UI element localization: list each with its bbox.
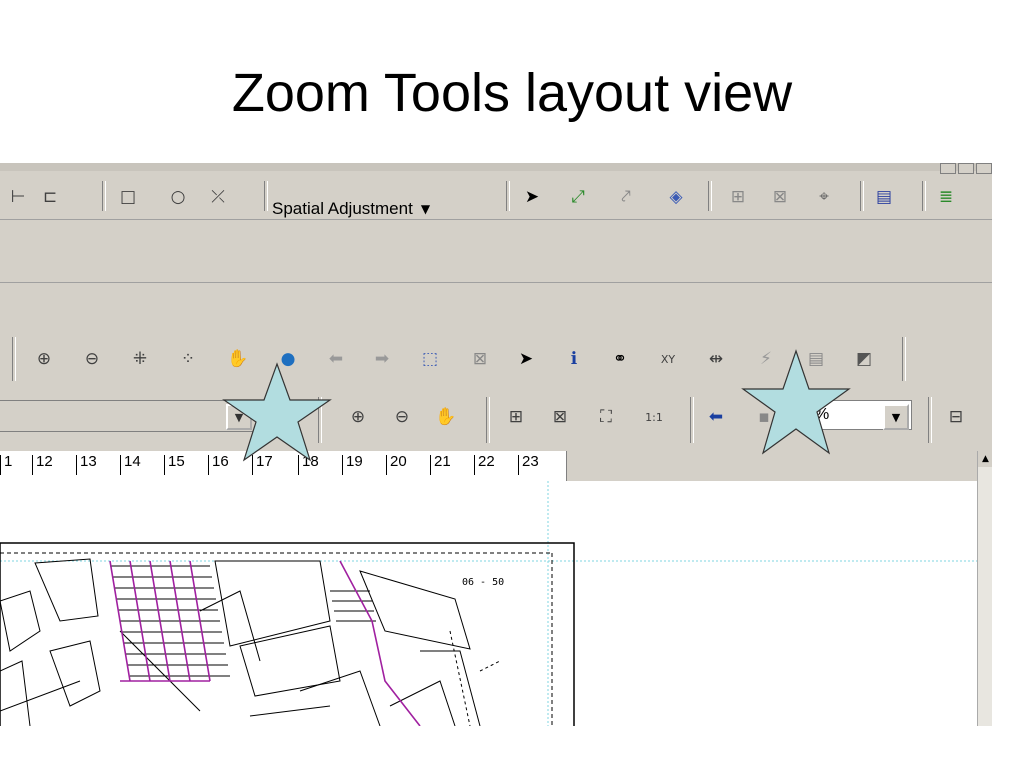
time-slider-icon[interactable]: ◩ xyxy=(852,347,876,371)
edit-vertex-icon[interactable]: ⊢ xyxy=(6,185,30,209)
go-to-xy-icon[interactable]: XY xyxy=(656,347,680,371)
data-frame-border xyxy=(0,542,575,726)
adjust-icon[interactable]: ◈ xyxy=(664,185,688,209)
toolbar-grip xyxy=(12,337,16,381)
new-link-icon[interactable]: ⤢ xyxy=(566,185,590,209)
clear-selection-icon[interactable]: ⊠ xyxy=(468,347,492,371)
map-stamp: 06 - 50 xyxy=(462,577,504,588)
zoom-out-icon[interactable]: ⊖ xyxy=(80,347,104,371)
layout-zoom-in-icon[interactable]: ⊕ xyxy=(346,405,370,429)
go-back-extent-icon[interactable]: ⬅ xyxy=(704,405,728,429)
measure-icon[interactable]: ⇹ xyxy=(704,347,728,371)
toolbar-separator xyxy=(264,181,268,211)
link-table-icon[interactable]: ▤ xyxy=(872,185,896,209)
identify-icon[interactable]: ℹ xyxy=(562,347,586,371)
ruler-tick-label: 21 xyxy=(430,453,451,475)
circle-icon[interactable]: ○ xyxy=(166,185,190,209)
layer-combo[interactable]: ▼ xyxy=(0,400,257,432)
dotted-boundary xyxy=(449,630,501,726)
reshape-icon[interactable]: ⊏ xyxy=(38,185,62,209)
map-drawing: 06 - 50 xyxy=(0,481,977,726)
ruler-tick-label: 12 xyxy=(32,453,53,475)
toolbar-separator xyxy=(506,181,510,211)
editor-toolbar: ⊢ ⊏ □ ○ ⤫ Spatial Adjustment ▼ ➤ ⤢ ⤤ ◈ ⊞… xyxy=(0,175,992,220)
ruler-tick-label: 13 xyxy=(76,453,97,475)
toolbar-separator xyxy=(928,397,932,443)
select-features-icon[interactable]: ⬚ xyxy=(418,347,442,371)
layout-zoom-out-icon[interactable]: ⊖ xyxy=(390,405,414,429)
ruler-background xyxy=(567,451,977,481)
toolbar-separator xyxy=(860,181,864,211)
zoom-to-100-icon[interactable]: ⊠ xyxy=(548,405,572,429)
zoom-whole-page-icon[interactable]: ⊞ xyxy=(504,405,528,429)
spatial-adjustment-menu[interactable]: Spatial Adjustment ▼ xyxy=(272,195,496,223)
highlight-star-icon xyxy=(222,362,332,462)
new-identity-link-icon[interactable]: ⌖ xyxy=(812,185,836,209)
window-controls xyxy=(940,163,992,174)
new-displacement-icon[interactable]: ⤤ xyxy=(614,185,638,209)
ruler-tick-label: 23 xyxy=(518,453,539,475)
ruler-tick-label: 22 xyxy=(474,453,495,475)
scroll-up-icon[interactable]: ▲ xyxy=(978,451,992,467)
ruler-tick-label: 20 xyxy=(386,453,407,475)
empty-toolbar-row xyxy=(0,220,992,283)
ruler-tick-label: 1 xyxy=(0,453,13,475)
zoom-in-icon[interactable]: ⊕ xyxy=(32,347,56,371)
spatial-adjustment-label: Spatial Adjustment xyxy=(272,199,413,218)
layout-page-canvas[interactable]: 06 - 50 xyxy=(0,481,977,726)
ruler-tick-label: 19 xyxy=(342,453,363,475)
toolbar-separator xyxy=(102,181,106,211)
chevron-down-icon: ▼ xyxy=(420,202,431,216)
select-pointer-icon[interactable]: ➤ xyxy=(520,185,544,209)
minimize-button[interactable] xyxy=(940,163,956,174)
maximize-button[interactable] xyxy=(958,163,974,174)
fixed-zoom-icon[interactable]: ⛶ xyxy=(594,405,618,429)
vertical-scrollbar[interactable]: ▲ xyxy=(977,451,992,726)
fixed-zoom-out-icon[interactable]: ⁘ xyxy=(176,347,200,371)
actual-size-icon[interactable]: 1:1 xyxy=(642,405,666,429)
view-table-icon[interactable]: ⊞ xyxy=(726,185,750,209)
toolbar-separator xyxy=(902,337,906,381)
toolbar-separator xyxy=(486,397,490,443)
fixed-zoom-in-icon[interactable]: ⁜ xyxy=(128,347,152,371)
view-limited-icon[interactable]: ⊠ xyxy=(768,185,792,209)
focus-data-frame-icon[interactable]: ⊟ xyxy=(944,405,968,429)
forward-icon[interactable]: ➡ xyxy=(370,347,394,371)
close-button[interactable] xyxy=(976,163,992,174)
ruler-tick-label: 14 xyxy=(120,453,141,475)
title-bar-strip xyxy=(0,163,992,171)
toolbar-separator xyxy=(690,397,694,443)
toolbar-separator xyxy=(922,181,926,211)
line-icon[interactable]: ⤫ xyxy=(206,185,230,209)
parcel-lines xyxy=(0,558,481,726)
rectangle-icon[interactable]: □ xyxy=(116,185,140,209)
chevron-down-icon[interactable]: ▼ xyxy=(883,404,909,430)
ruler-tick-label: 15 xyxy=(164,453,185,475)
slide-title: Zoom Tools layout view xyxy=(231,63,793,123)
preview-icon[interactable]: ≣ xyxy=(934,185,958,209)
toolbar-separator xyxy=(708,181,712,211)
select-elements-icon[interactable]: ➤ xyxy=(514,347,538,371)
highlight-star-icon xyxy=(741,349,851,455)
layout-pan-icon[interactable]: ✋ xyxy=(434,405,458,429)
find-icon[interactable]: ⚭ xyxy=(608,347,632,371)
